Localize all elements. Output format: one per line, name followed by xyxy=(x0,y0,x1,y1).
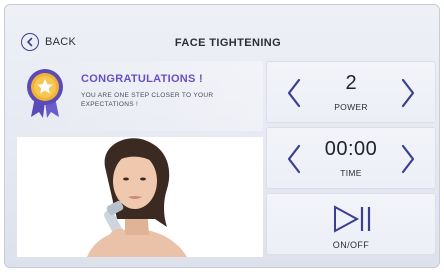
congratulations-message: YOU ARE ONE STEP CLOSER TO YOUR EXPECTAT… xyxy=(81,92,214,108)
controls-panel: 2 POWER 00:00 TIME ON/OFF xyxy=(266,61,436,255)
time-increase-button[interactable] xyxy=(397,142,419,176)
time-control: 00:00 TIME xyxy=(266,127,436,189)
treatment-photo xyxy=(17,137,263,257)
congratulations-title: CONGRATULATIONS ! xyxy=(81,73,204,85)
power-increase-button[interactable] xyxy=(397,76,419,110)
play-pause-icon xyxy=(334,205,371,233)
chevron-right-icon xyxy=(401,144,415,174)
page-title: FACE TIGHTENING xyxy=(174,37,282,49)
award-medal-icon xyxy=(27,69,63,118)
chevron-right-icon xyxy=(401,78,415,108)
left-panel: CONGRATULATIONS ! YOU ARE ONE STEP CLOSE… xyxy=(17,61,263,257)
congratulations-banner: CONGRATULATIONS ! YOU ARE ONE STEP CLOSE… xyxy=(17,61,263,131)
power-control: 2 POWER xyxy=(266,61,436,123)
top-bar: BACK FACE TIGHTENING xyxy=(5,5,439,63)
on-off-button[interactable]: ON/OFF xyxy=(266,193,436,255)
app-screen: BACK FACE TIGHTENING CONGRATULATIONS ! Y… xyxy=(4,4,440,268)
on-off-label: ON/OFF xyxy=(332,240,370,250)
